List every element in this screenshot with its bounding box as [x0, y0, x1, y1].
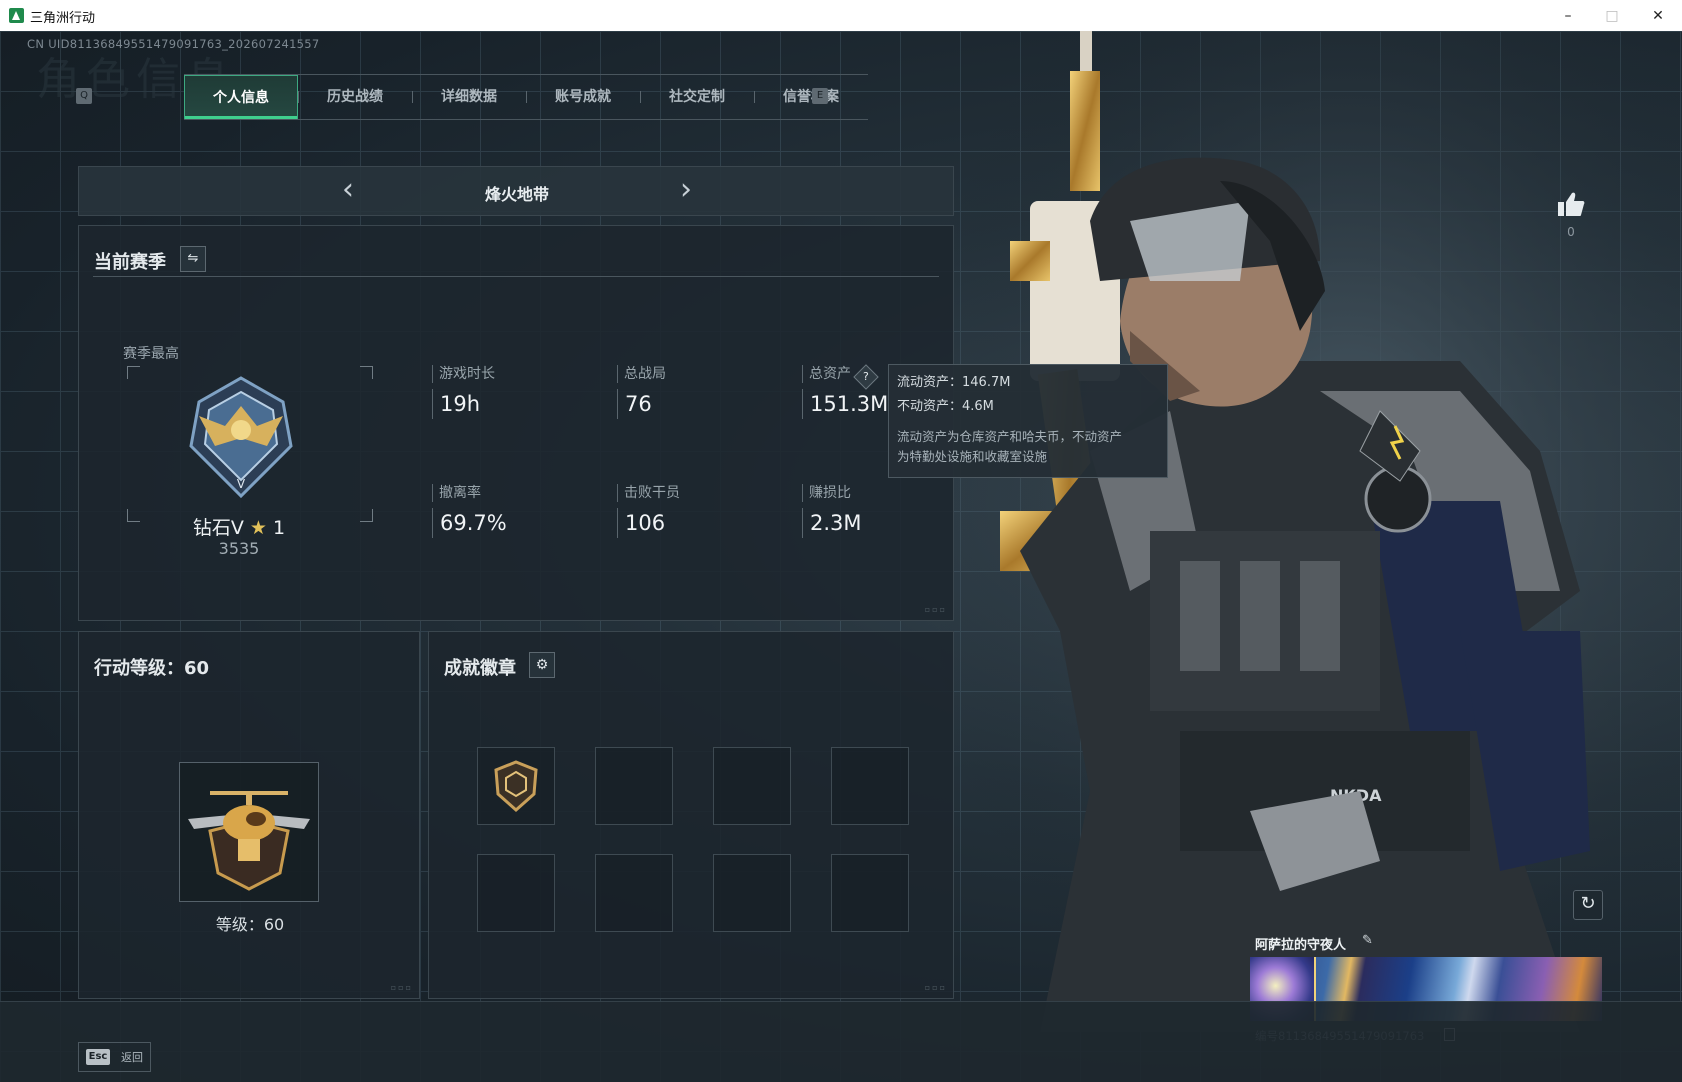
- tab-row: 个人信息 历史战绩 详细数据 账号成就 社交定制 信誉档案: [184, 74, 868, 120]
- svg-text:V: V: [237, 477, 246, 491]
- stat-value: 2.3M: [802, 508, 962, 538]
- pencil-icon[interactable]: ✎: [1362, 933, 1373, 948]
- tooltip-description: 流动资产为仓库资产和哈夫币，不动资产 为特勤处设施和收藏室设施: [897, 427, 1159, 467]
- badge-slot[interactable]: [831, 747, 909, 825]
- rank-tier: 钻石V: [192, 517, 244, 539]
- tab-detailed-data[interactable]: 详细数据: [412, 75, 526, 119]
- frame-corner: [127, 366, 140, 379]
- tooltip-fixed-assets: 不动资产：4.6M: [897, 399, 994, 414]
- helicopter-level-badge-icon: [188, 791, 310, 891]
- operation-level-panel: 行动等级：60 等级：60 ▫▫▫: [78, 631, 420, 999]
- operator-character-illustration: NKDA: [940, 31, 1682, 1032]
- maximize-button[interactable]: □: [1590, 4, 1634, 28]
- mode-selector-bar: ‹ 烽火地带 ›: [78, 166, 954, 216]
- bottom-bar: [0, 1001, 1682, 1082]
- stat-operators-defeated: 击败干员 106: [617, 484, 777, 538]
- badge-slot[interactable]: [831, 854, 909, 932]
- stat-label: 撤离率: [432, 484, 592, 502]
- stat-label: 总战局: [617, 365, 777, 383]
- stat-value: 76: [617, 389, 777, 419]
- tab-credit-profile[interactable]: 信誉档案: [754, 75, 868, 119]
- next-tab-key-e[interactable]: E: [812, 88, 828, 104]
- esc-key: Esc: [86, 1049, 110, 1065]
- badge-slot[interactable]: [595, 854, 673, 932]
- back-button[interactable]: Esc 返回: [78, 1042, 151, 1072]
- tooltip-description-line: 流动资产为仓库资产和哈夫币，不动资产: [897, 429, 1123, 444]
- stat-value: 69.7%: [432, 508, 592, 538]
- badge-slot[interactable]: [713, 854, 791, 932]
- swap-icon[interactable]: ⇋: [180, 246, 206, 272]
- stat-extraction-rate: 撤离率 69.7%: [432, 484, 592, 538]
- like-button[interactable]: 0: [1556, 191, 1586, 239]
- stat-label-text: 总资产: [809, 366, 851, 382]
- badge-slot[interactable]: [477, 854, 555, 932]
- stat-value: 106: [617, 508, 777, 538]
- panel-decoration: ▫▫▫: [390, 983, 413, 992]
- card-player-name: 阿萨拉的守夜人: [1255, 938, 1347, 953]
- achievement-badges-panel: 成就徽章 ⚙ ▫▫▫: [428, 631, 954, 999]
- tab-personal-info[interactable]: 个人信息: [184, 75, 298, 119]
- back-label: 返回: [121, 1051, 143, 1064]
- refresh-icon[interactable]: ↻: [1573, 890, 1603, 920]
- tab-social-customization[interactable]: 社交定制: [640, 75, 754, 119]
- account-uid: CN UID8113684955147909176​3_202607241557: [27, 37, 320, 51]
- stat-play-time: 游戏时长 19h: [432, 365, 592, 419]
- shield-badge-icon: [494, 760, 538, 813]
- app-logo-icon: [9, 8, 24, 23]
- panel-decoration: ▫▫▫: [924, 605, 947, 614]
- tooltip-liquid-assets: 流动资产：146.7M: [897, 375, 1011, 390]
- gear-icon[interactable]: ⚙: [529, 652, 555, 678]
- frame-corner: [360, 366, 373, 379]
- window-title: 三角洲行动: [30, 11, 96, 26]
- badge-slot[interactable]: [595, 747, 673, 825]
- game-viewport: NKDA 角色信息 CN UID8113684955147909176​3_20…: [0, 31, 1682, 1082]
- thumbs-up-icon: [1558, 192, 1585, 216]
- mode-title: 烽火地带: [484, 185, 549, 204]
- tooltip-description-line: 为特勤处设施和收藏室设施: [897, 449, 1048, 464]
- badge-slot[interactable]: [713, 747, 791, 825]
- season-best-label: 赛季最高: [123, 346, 179, 362]
- star-icon: ★: [249, 517, 267, 539]
- achievements-title: 成就徽章: [444, 658, 516, 679]
- window-titlebar: 三角洲行动 – □ ✕: [0, 0, 1682, 32]
- badge-slot[interactable]: [477, 747, 555, 825]
- prev-tab-key-q[interactable]: Q: [76, 88, 92, 104]
- close-button[interactable]: ✕: [1636, 4, 1680, 28]
- rank-name: 钻石V ★ 1: [139, 513, 339, 540]
- divider: [93, 276, 939, 277]
- stat-value: 19h: [432, 389, 592, 419]
- rank-stars: 1: [273, 517, 286, 539]
- level-badge-frame: [179, 762, 319, 902]
- tab-account-achievements[interactable]: 账号成就: [526, 75, 640, 119]
- frame-corner: [360, 509, 373, 522]
- panel-decoration: ▫▫▫: [924, 983, 947, 992]
- help-icon[interactable]: ?: [853, 364, 879, 390]
- like-count: 0: [1567, 225, 1575, 239]
- chevron-right-icon[interactable]: ›: [671, 175, 701, 205]
- stat-label: 击败干员: [617, 484, 777, 502]
- stat-label: 游戏时长: [432, 365, 592, 383]
- minimize-button[interactable]: –: [1546, 4, 1590, 28]
- main-tabs: Q 个人信息 历史战绩 详细数据 账号成就 社交定制 信誉档案 E: [72, 74, 868, 120]
- stat-label: 赚损比: [802, 484, 962, 502]
- stat-total-matches: 总战局 76: [617, 365, 777, 419]
- season-title: 当前赛季: [94, 252, 166, 273]
- current-season-panel: 当前赛季 ⇋ 赛季最高 V 钻石V ★ 1 3535 游戏时长 19h 总战局 …: [78, 225, 954, 621]
- level-value: 等级：60: [215, 915, 285, 934]
- assets-tooltip: 流动资产：146.7M 不动资产：4.6M 流动资产为仓库资产和哈夫币，不动资产…: [888, 364, 1168, 478]
- rank-score: 3535: [218, 539, 260, 558]
- level-title: 行动等级：60: [94, 658, 210, 679]
- stat-profit-loss-ratio: 赚损比 2.3M: [802, 484, 962, 538]
- tab-match-history[interactable]: 历史战绩: [298, 75, 412, 119]
- diamond-rank-emblem-icon: V: [189, 376, 293, 498]
